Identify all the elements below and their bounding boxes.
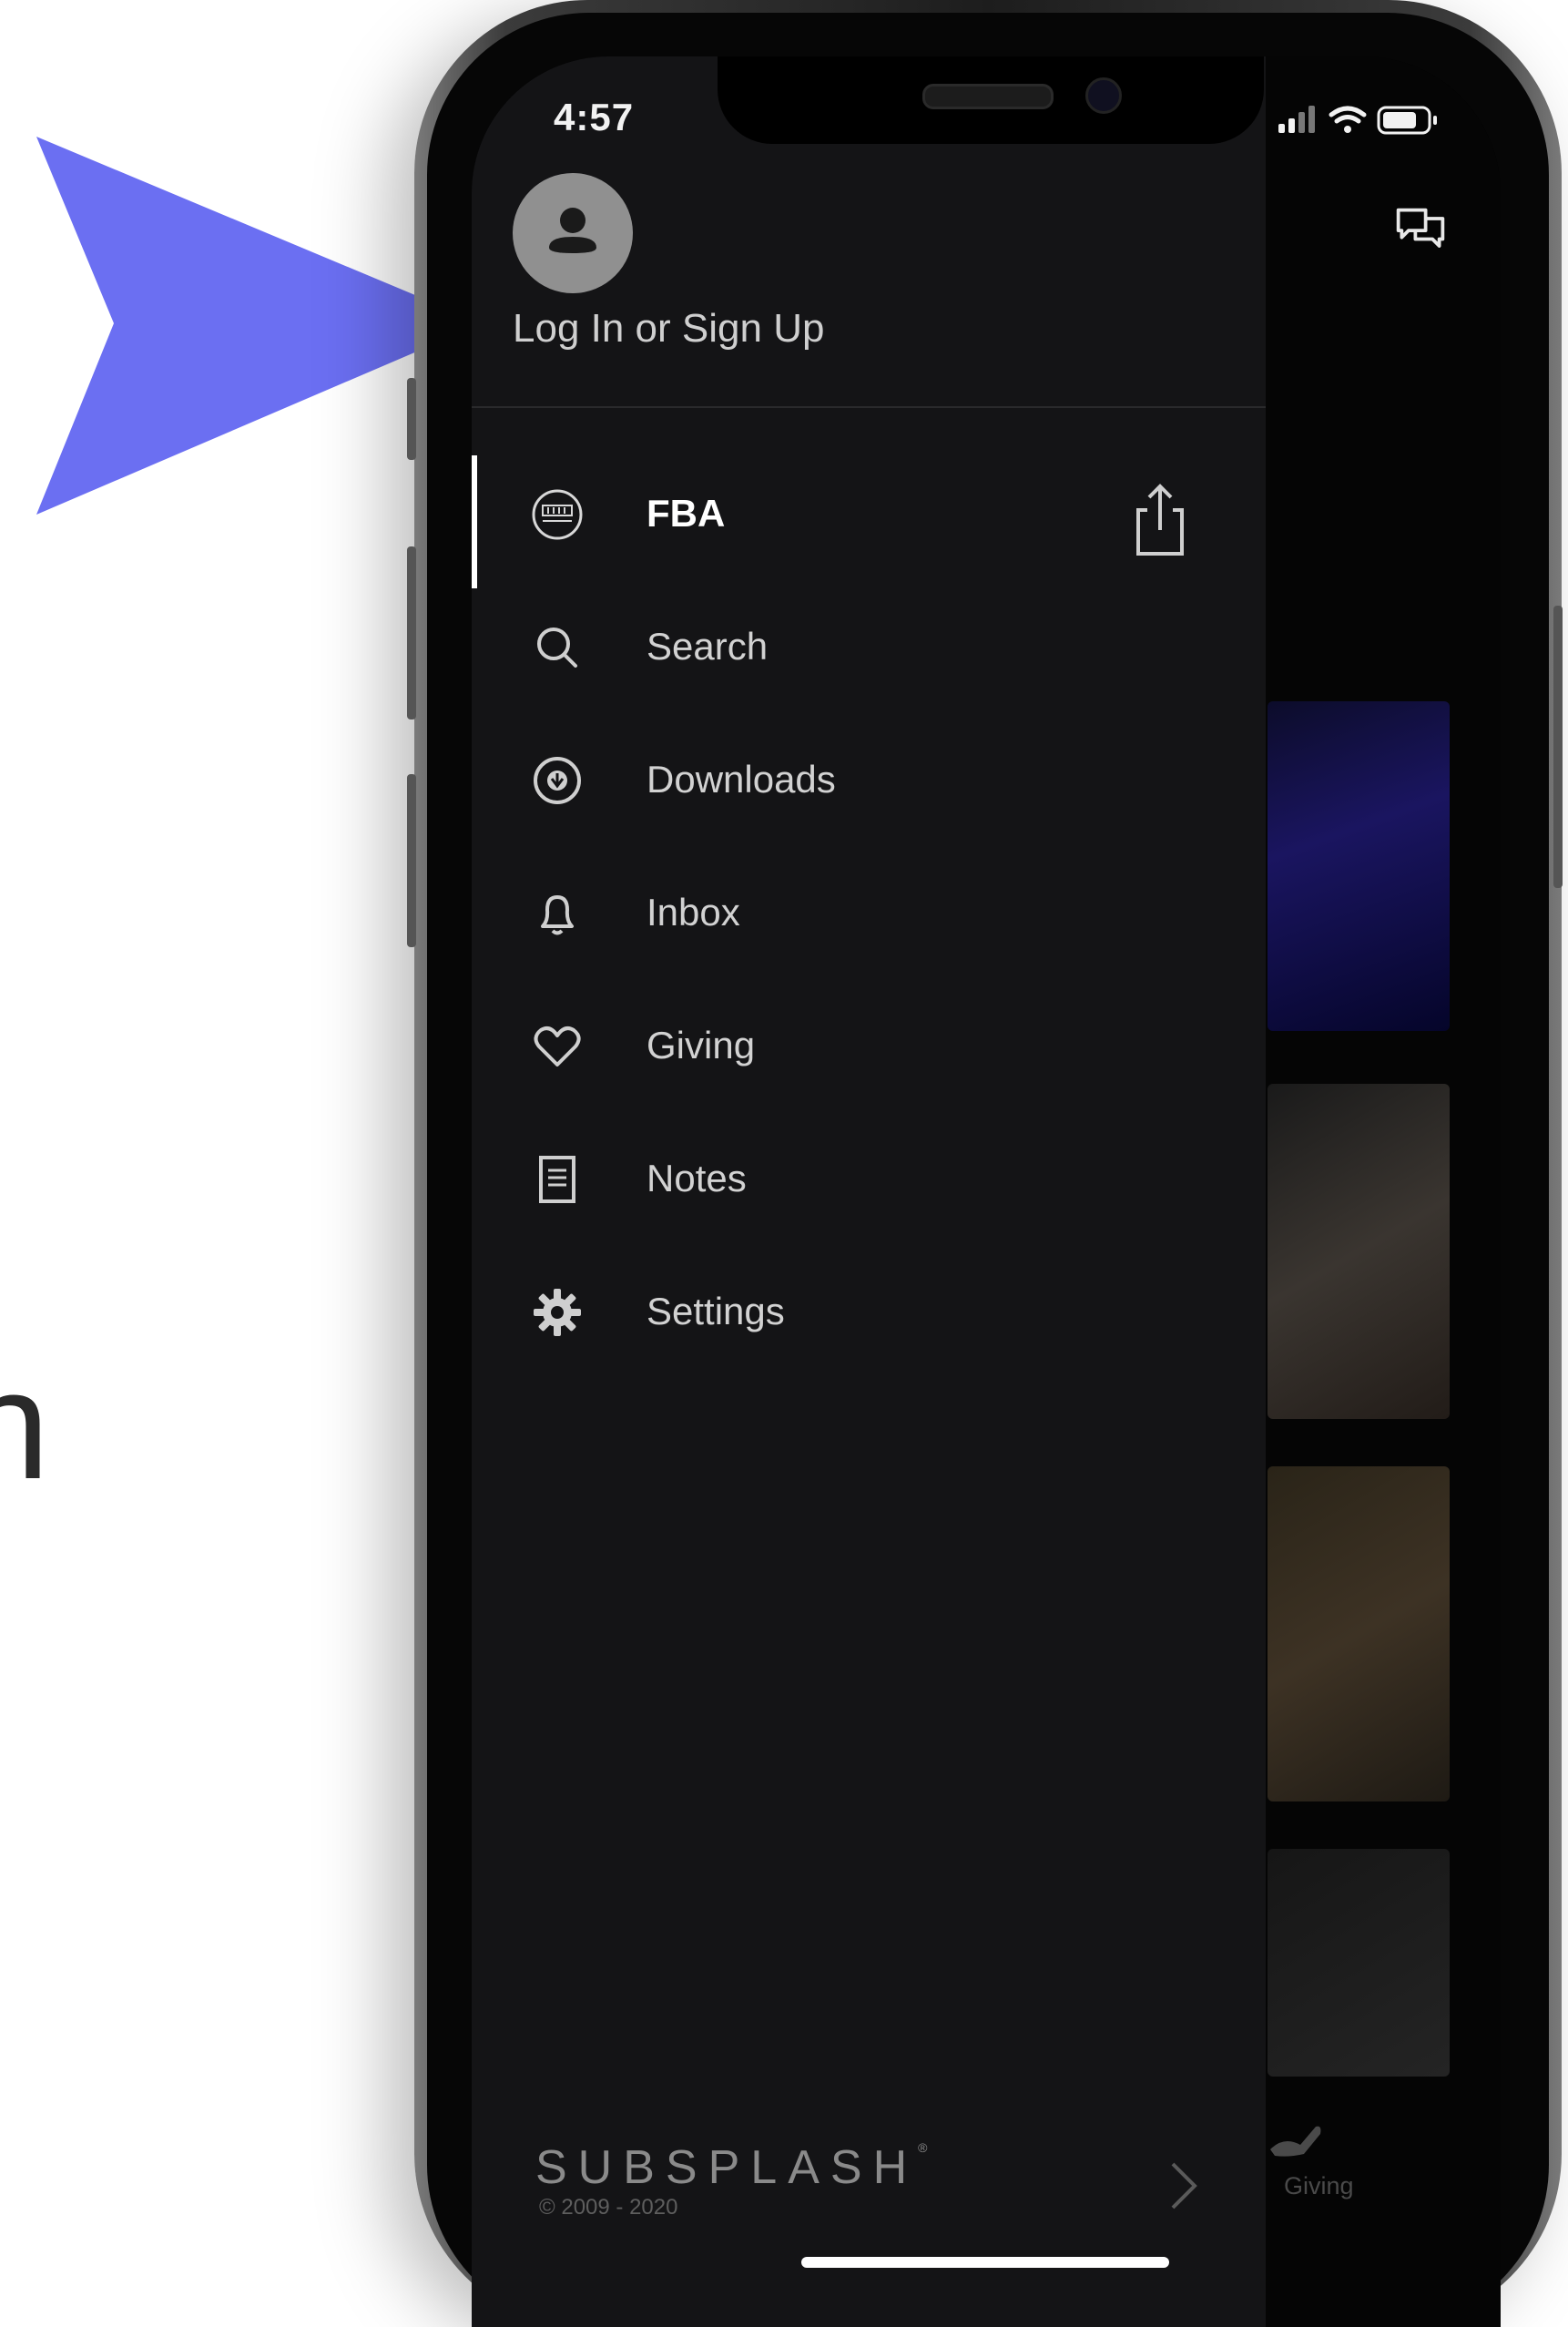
chat-icon[interactable] [1393,205,1448,260]
menu-item-notes[interactable]: Notes [472,1120,1266,1239]
menu-item-inbox[interactable]: Inbox [472,854,1266,973]
share-icon[interactable] [1122,475,1198,563]
background-card-bible[interactable] [1268,1084,1450,1419]
download-icon [534,757,581,804]
menu-label-settings: Settings [647,1290,785,1332]
menu-item-fba[interactable]: FBA [472,455,1266,588]
notes-icon [539,1156,575,1203]
menu-label-downloads: Downloads [647,758,836,801]
login-signup-link[interactable]: Log In or Sign Up [513,306,824,352]
giving-tab-icon[interactable] [1266,2118,1329,2163]
search-icon [537,628,577,668]
menu-label-search: Search [647,625,769,668]
signal-icon [1278,124,1285,133]
background-text-fragment: n [0,1339,50,1512]
subsplash-wordmark: SUBSPLASH [535,2141,919,2194]
header-divider [472,406,1266,408]
copyright-text: © 2009 - 2020 [539,2195,678,2220]
menu-label-inbox: Inbox [647,891,740,934]
faith-logo-icon [532,489,583,540]
status-time: 4:57 [554,96,635,138]
menu-item-giving[interactable]: Giving [472,987,1266,1106]
menu-label-fba: FBA [647,492,726,535]
user-avatar[interactable] [513,173,633,293]
wifi-icon [1329,106,1367,124]
phone-side-button [407,378,416,460]
phone-side-button [1553,606,1563,888]
background-card-video[interactable] [1268,701,1450,1031]
menu-item-search[interactable]: Search [472,588,1266,707]
background-card-person[interactable] [1268,1466,1450,1801]
bell-icon [541,895,574,935]
giving-tab-label[interactable]: Giving [1284,2172,1354,2200]
phone-side-button [407,546,416,720]
menu-item-downloads[interactable]: Downloads [472,721,1266,840]
background-card-extra[interactable] [1268,1849,1450,2077]
menu-label-giving: Giving [647,1024,756,1067]
gear-icon [534,1289,581,1336]
menu-label-notes: Notes [647,1157,747,1199]
phone-camera [1085,77,1122,114]
battery-icon [1377,106,1437,135]
phone-side-button [407,774,416,947]
heart-icon [534,1026,581,1067]
active-indicator [472,455,477,588]
menu-item-settings[interactable]: Settings [472,1253,1266,1372]
chevron-right-icon[interactable] [1166,2159,1202,2213]
subsplash-logo[interactable]: SUBSPLASH® [535,2140,927,2195]
status-icons [1278,106,1437,135]
person-icon [549,208,596,253]
home-indicator[interactable] [801,2257,1169,2268]
phone-speaker [922,84,1054,109]
